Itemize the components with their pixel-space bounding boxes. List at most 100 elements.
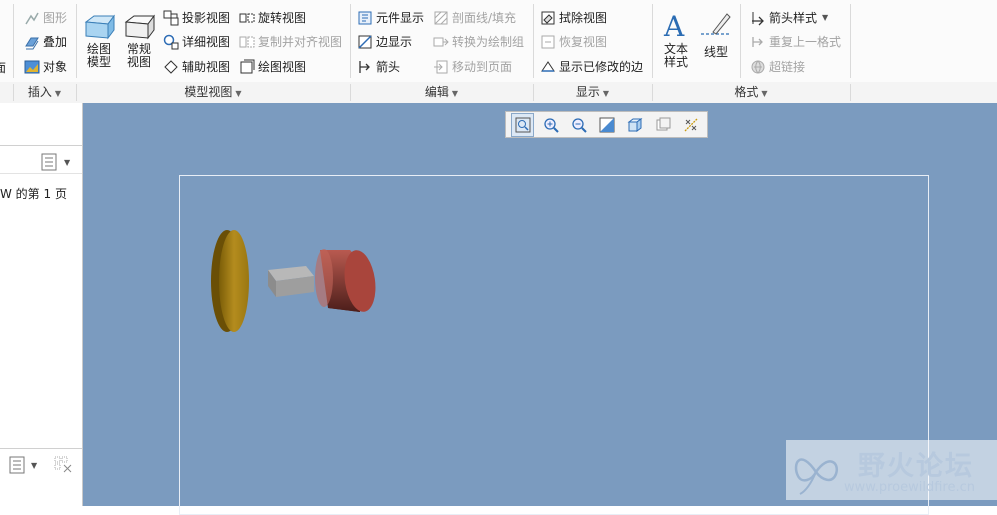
line-style-button[interactable]: 线型 (698, 10, 734, 59)
edge-display-icon (357, 34, 373, 50)
separator (652, 4, 653, 78)
convert-icon (433, 34, 449, 50)
model-render[interactable] (200, 220, 390, 340)
page-indicator: W 的第 1 页 (0, 187, 67, 201)
move-to-page-label: 移动到页面 (452, 60, 513, 74)
cylinder-part[interactable] (315, 248, 379, 314)
chevron-down-icon: ▼ (54, 89, 62, 98)
disc-part[interactable] (211, 230, 249, 332)
separator (740, 4, 741, 78)
move-to-page-button[interactable]: 移动到页面 (433, 57, 512, 77)
line-style-label: 线型 (703, 45, 728, 59)
tree-options-button[interactable]: ▼ (8, 455, 48, 475)
arrow-icon (357, 59, 373, 75)
insert-partial-button[interactable]: 面 (0, 58, 12, 78)
show-modified-edges-button[interactable]: 显示已修改的边 (540, 57, 643, 77)
drawing-view-label: 绘图视图 (258, 60, 307, 74)
zoom-out-icon (571, 117, 587, 133)
copy-align-view-label: 复制并对齐视图 (258, 35, 343, 49)
drawing-model-button[interactable]: 绘图 模型 (80, 14, 118, 69)
component-display-label: 元件显示 (376, 11, 425, 25)
datum-display-button[interactable] (679, 113, 702, 137)
tree-filter-icon (54, 456, 72, 473)
detail-view-button[interactable]: 详细视图 (163, 32, 230, 52)
block-part[interactable] (268, 266, 314, 297)
component-display-button[interactable]: 元件显示 (357, 8, 424, 28)
tree-list-icon (9, 456, 25, 474)
chevron-down-icon: ▼ (31, 460, 38, 470)
copy-align-view-icon (239, 34, 255, 50)
auxiliary-view-icon (163, 59, 179, 75)
separator (533, 4, 534, 78)
projection-view-button[interactable]: 投影视图 (163, 8, 230, 28)
group-label-display[interactable]: 显示 ▼ (533, 84, 652, 101)
group-label-edit[interactable]: 编辑 ▼ (350, 84, 533, 101)
chevron-down-icon: ▼ (822, 13, 829, 22)
repeat-last-format-button[interactable]: 重复上一格式 (750, 32, 841, 52)
revolved-view-button[interactable]: 旋转视图 (239, 8, 306, 28)
erase-view-icon (540, 10, 556, 26)
object-button[interactable]: 对象 (24, 57, 67, 77)
tree-filter-button[interactable] (54, 455, 76, 475)
graphics-label: 图形 (43, 11, 68, 25)
saved-orientations-icon (656, 117, 670, 130)
resume-view-button[interactable]: 恢复视图 (540, 32, 607, 52)
graphics-icon (24, 10, 40, 26)
refit-icon (515, 117, 530, 132)
ribbon: 面 图形 叠加 对象 绘图 模型 常规 视图 投影视图 详细视图 辅助视图 旋转… (0, 0, 997, 83)
graphics-toolbar (505, 111, 708, 138)
zoom-out-button[interactable] (567, 113, 590, 137)
arrow-style-button[interactable]: 箭头样式 ▼ (750, 8, 828, 28)
panel-list-options-button[interactable]: ▼ (40, 151, 80, 173)
separator (350, 4, 351, 78)
arrow-style-label: 箭头样式 (769, 11, 818, 25)
edge-display-label: 边显示 (376, 35, 413, 49)
arrow-label: 箭头 (376, 60, 401, 74)
general-view-button[interactable]: 常规 视图 (120, 14, 158, 69)
move-icon (433, 59, 449, 75)
convert-draw-group-button[interactable]: 转换为绘制组 (433, 32, 524, 52)
repeat-last-format-label: 重复上一格式 (769, 35, 842, 49)
copy-align-view-button[interactable]: 复制并对齐视图 (239, 32, 342, 52)
object-label: 对象 (43, 60, 68, 74)
projection-view-label: 投影视图 (182, 11, 231, 25)
hyperlink-label: 超链接 (769, 60, 806, 74)
group-label-format[interactable]: 格式 ▼ (652, 84, 850, 101)
group-label-model-views[interactable]: 模型视图 ▼ (76, 84, 350, 101)
saved-orientations-button[interactable] (651, 113, 674, 137)
text-style-icon: A (663, 10, 685, 40)
group-label-insert-text: 插入 (27, 85, 52, 99)
insert-partial-label: 面 (0, 61, 7, 75)
drawing-view-button[interactable]: 绘图视图 (239, 57, 306, 77)
chevron-down-icon: ▼ (235, 89, 242, 98)
display-style-button[interactable] (623, 113, 646, 137)
revolved-view-label: 旋转视图 (258, 11, 307, 25)
hatch-fill-label: 剖面线/填充 (452, 11, 517, 25)
hatch-fill-button[interactable]: 剖面线/填充 (433, 8, 516, 28)
line-style-icon (701, 13, 731, 35)
refit-button[interactable] (511, 112, 534, 137)
separator (13, 4, 14, 78)
repaint-button[interactable] (595, 113, 618, 137)
butterfly-logo-icon (794, 458, 839, 495)
display-style-icon (627, 117, 642, 132)
watermark-url: www.proewildfire.cn (844, 480, 975, 495)
revolved-view-icon (239, 10, 255, 26)
edge-display-button[interactable]: 边显示 (357, 32, 412, 52)
hyperlink-button[interactable]: 超链接 (750, 57, 805, 77)
group-label-insert[interactable]: 插入 ▼ (13, 84, 76, 101)
chevron-down-icon: ▼ (602, 89, 610, 98)
zoom-in-button[interactable] (539, 113, 562, 137)
divider (0, 448, 82, 449)
text-style-button[interactable]: A 文本 样式 (658, 10, 694, 69)
graphics-button[interactable]: 图形 (24, 8, 67, 28)
erase-view-button[interactable]: 拭除视图 (540, 8, 607, 28)
detail-view-icon (163, 34, 179, 50)
divider (0, 173, 82, 174)
repaint-icon (599, 117, 614, 132)
arrow-button[interactable]: 箭头 (357, 57, 400, 77)
group-label-format-text: 格式 (734, 85, 759, 99)
overlay-button[interactable]: 叠加 (24, 32, 67, 52)
auxiliary-view-button[interactable]: 辅助视图 (163, 57, 230, 77)
drawing-view-icon (239, 59, 255, 75)
